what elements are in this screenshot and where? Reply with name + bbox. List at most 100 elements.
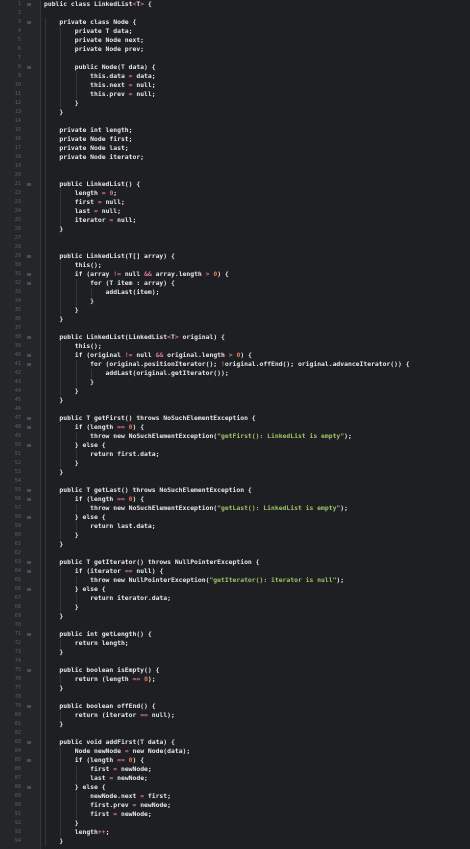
fold-toggle-icon[interactable] [27, 759, 31, 762]
fold-toggle-icon[interactable] [27, 516, 31, 519]
fold-toggle-icon[interactable] [27, 282, 31, 285]
code-line[interactable]: 28 [0, 243, 470, 252]
code-line[interactable]: 21 public LinkedList() { [0, 180, 470, 189]
code-line[interactable]: 59 return last.data; [0, 522, 470, 531]
code-line[interactable]: 56 if (length == 0) { [0, 495, 470, 504]
fold-toggle-icon[interactable] [27, 570, 31, 573]
code-line[interactable]: 78 [0, 693, 470, 702]
code-line[interactable]: 11 this.prev = null; [0, 90, 470, 99]
code-line[interactable]: 77 } [0, 684, 470, 693]
fold-toggle-icon[interactable] [27, 354, 31, 357]
code-line[interactable]: 6 private Node prev; [0, 45, 470, 54]
fold-toggle-icon[interactable] [27, 633, 31, 636]
code-line[interactable]: 47 public T getFirst() throws NoSuchElem… [0, 414, 470, 423]
code-line[interactable]: 1 public class LinkedList<T> { [0, 0, 470, 9]
code-line[interactable]: 45 } [0, 396, 470, 405]
code-line[interactable]: 52 } [0, 459, 470, 468]
fold-toggle-icon[interactable] [27, 444, 31, 447]
code-line[interactable]: 92 } [0, 819, 470, 828]
code-line[interactable]: 41 for (original.positionIterator(); !or… [0, 360, 470, 369]
fold-toggle-icon[interactable] [27, 669, 31, 672]
code-line[interactable]: 82 [0, 729, 470, 738]
code-line[interactable]: 75 public boolean isEmpty() { [0, 666, 470, 675]
code-line[interactable]: 80 return (iterator == null); [0, 711, 470, 720]
code-line[interactable]: 86 first = newNode; [0, 765, 470, 774]
code-line[interactable]: 83 public void addFirst(T data) { [0, 738, 470, 747]
code-line[interactable]: 31 if (array != null && array.length > 0… [0, 270, 470, 279]
code-line[interactable]: 7 [0, 54, 470, 63]
code-line[interactable]: 73 } [0, 648, 470, 657]
fold-toggle-icon[interactable] [27, 3, 31, 6]
fold-toggle-icon[interactable] [27, 336, 31, 339]
code-line[interactable]: 49 throw new NoSuchElementException("get… [0, 432, 470, 441]
code-line[interactable]: 54 [0, 477, 470, 486]
code-line[interactable]: 27 [0, 234, 470, 243]
code-line[interactable]: 89 newNode.next = first; [0, 792, 470, 801]
code-line[interactable]: 40 if (original != null && original.leng… [0, 351, 470, 360]
code-line[interactable]: 20 [0, 171, 470, 180]
code-line[interactable]: 29 public LinkedList(T[] array) { [0, 252, 470, 261]
code-line[interactable]: 93 length++; [0, 828, 470, 837]
fold-toggle-icon[interactable] [27, 255, 31, 258]
code-line[interactable]: 58 } else { [0, 513, 470, 522]
code-line[interactable]: 48 if (length == 0) { [0, 423, 470, 432]
code-line[interactable]: 50 } else { [0, 441, 470, 450]
code-line[interactable]: 39 this(); [0, 342, 470, 351]
fold-toggle-icon[interactable] [27, 561, 31, 564]
code-line[interactable]: 38 public LinkedList(LinkedList<T> origi… [0, 333, 470, 342]
code-line[interactable]: 84 Node newNode = new Node(data); [0, 747, 470, 756]
code-line[interactable]: 19 [0, 162, 470, 171]
code-line[interactable]: 26 } [0, 225, 470, 234]
code-line[interactable]: 94 } [0, 837, 470, 846]
fold-toggle-icon[interactable] [27, 705, 31, 708]
code-line[interactable]: 61 } [0, 540, 470, 549]
code-line[interactable]: 42 addLast(original.getIterator()); [0, 369, 470, 378]
code-line[interactable]: 81 } [0, 720, 470, 729]
code-line[interactable]: 22 length = 0; [0, 189, 470, 198]
code-line[interactable]: 4 private T data; [0, 27, 470, 36]
fold-toggle-icon[interactable] [27, 21, 31, 24]
code-line[interactable]: 65 throw new NullPointerException("getIt… [0, 576, 470, 585]
code-line[interactable]: 30 this(); [0, 261, 470, 270]
code-line[interactable]: 44 } [0, 387, 470, 396]
code-line[interactable]: 91 first = newNode; [0, 810, 470, 819]
code-line[interactable]: 32 for (T item : array) { [0, 279, 470, 288]
code-line[interactable]: 90 first.prev = newNode; [0, 801, 470, 810]
code-area[interactable]: 1 public class LinkedList<T> {2 3 private … [0, 0, 470, 846]
code-line[interactable]: 62 [0, 549, 470, 558]
fold-toggle-icon[interactable] [27, 786, 31, 789]
code-line[interactable]: 10 this.next = null; [0, 81, 470, 90]
code-line[interactable]: 24 last = null; [0, 207, 470, 216]
fold-toggle-icon[interactable] [27, 273, 31, 276]
code-line[interactable]: 35 } [0, 306, 470, 315]
fold-toggle-icon[interactable] [27, 66, 31, 69]
code-editor[interactable]: 1 public class LinkedList<T> {2 3 private … [0, 0, 470, 849]
code-line[interactable]: 63 public T getIterator() throws NullPoi… [0, 558, 470, 567]
code-line[interactable]: 76 return (length == 0); [0, 675, 470, 684]
code-line[interactable]: 85 if (length == 0) { [0, 756, 470, 765]
code-line[interactable]: 88 } else { [0, 783, 470, 792]
code-line[interactable]: 13 } [0, 108, 470, 117]
code-line[interactable]: 68 } [0, 603, 470, 612]
fold-toggle-icon[interactable] [27, 426, 31, 429]
fold-toggle-icon[interactable] [27, 741, 31, 744]
code-line[interactable]: 53 } [0, 468, 470, 477]
fold-toggle-icon[interactable] [27, 183, 31, 186]
code-line[interactable]: 67 return iterator.data; [0, 594, 470, 603]
code-line[interactable]: 37 [0, 324, 470, 333]
code-line[interactable]: 9 this.data = data; [0, 72, 470, 81]
code-line[interactable]: 36 } [0, 315, 470, 324]
code-line[interactable]: 17 private Node last; [0, 144, 470, 153]
code-line[interactable]: 70 [0, 621, 470, 630]
code-line[interactable]: 46 [0, 405, 470, 414]
code-line[interactable]: 25 iterator = null; [0, 216, 470, 225]
fold-toggle-icon[interactable] [27, 489, 31, 492]
code-line[interactable]: 69 } [0, 612, 470, 621]
code-line[interactable]: 23 first = null; [0, 198, 470, 207]
code-line[interactable]: 5 private Node next; [0, 36, 470, 45]
fold-toggle-icon[interactable] [27, 498, 31, 501]
code-line[interactable]: 14 [0, 117, 470, 126]
code-line[interactable]: 51 return first.data; [0, 450, 470, 459]
code-line[interactable]: 15 private int length; [0, 126, 470, 135]
code-line[interactable]: 72 return length; [0, 639, 470, 648]
